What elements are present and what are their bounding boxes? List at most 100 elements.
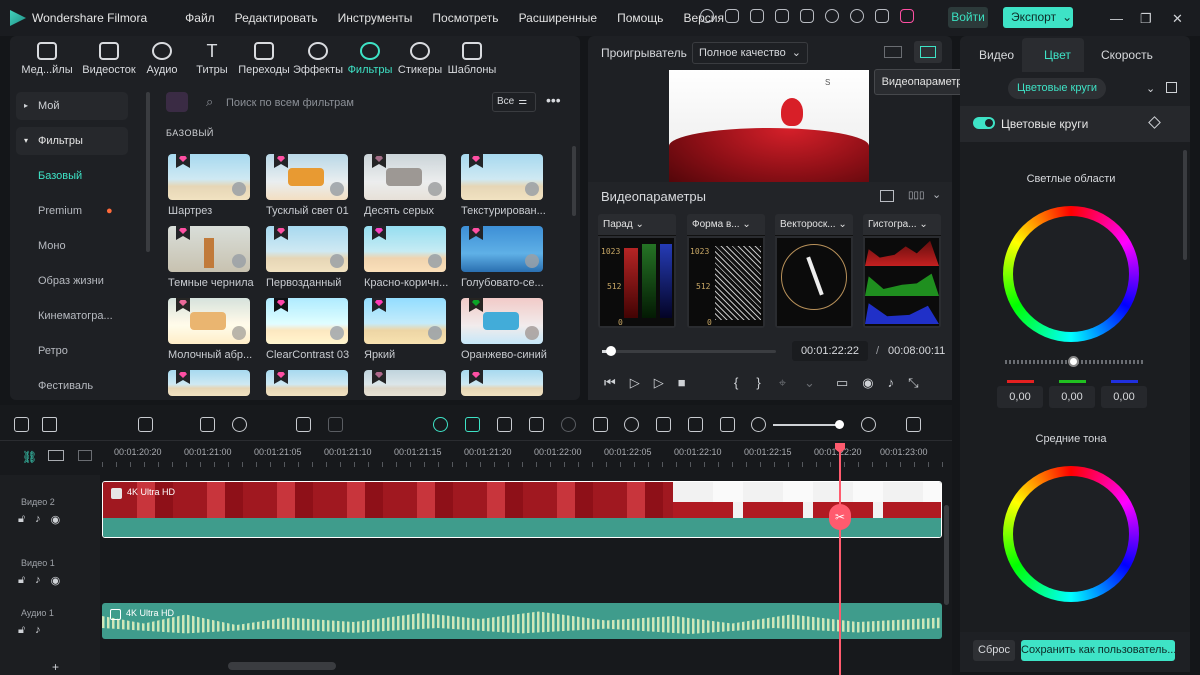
timeline-vscrollbar[interactable] — [944, 505, 949, 605]
scope-select[interactable]: Вектороск... ⌄ — [775, 214, 853, 236]
video-preview[interactable]: S — [669, 70, 869, 182]
playback-progress[interactable] — [602, 346, 776, 356]
split-scissors-icon[interactable]: ✂ — [829, 504, 851, 530]
close-icon[interactable]: ✕ — [1172, 11, 1183, 27]
export-button[interactable]: Экспорт ⌄ — [1003, 7, 1073, 28]
lock-icon[interactable]: 🔓︎ — [18, 574, 25, 587]
scope-select[interactable]: Парад ⌄ — [598, 214, 676, 236]
filter-thumb[interactable] — [364, 298, 446, 344]
blue-value-input[interactable]: 0,00 — [1101, 386, 1147, 408]
volume-icon[interactable]: ♪ — [35, 574, 41, 587]
microphone-icon[interactable] — [624, 417, 639, 432]
sidebar-item-lifestyle[interactable]: Образ жизни — [16, 267, 128, 295]
snap-icon[interactable] — [465, 417, 480, 432]
link-icon[interactable]: ⛓ — [22, 450, 37, 464]
cart-icon[interactable] — [900, 9, 914, 23]
filter-thumb[interactable] — [168, 154, 250, 200]
midtones-color-wheel[interactable] — [1003, 466, 1139, 602]
mark-in-icon[interactable]: { — [734, 375, 738, 391]
filter-thumb[interactable] — [266, 226, 348, 272]
delete-icon[interactable] — [138, 417, 153, 432]
layer-icon[interactable] — [78, 450, 92, 461]
chevron-down-icon[interactable]: ⌄ — [1146, 82, 1155, 95]
preview-icon[interactable] — [561, 417, 576, 432]
filter-thumb[interactable] — [168, 226, 250, 272]
current-time[interactable]: 00:01:22:22 — [792, 341, 868, 361]
properties-scrollbar[interactable] — [1183, 150, 1187, 260]
stop-icon[interactable]: ■ — [678, 375, 686, 391]
sidebar-item-cinematic[interactable]: Кинематогра... — [16, 302, 128, 330]
subtab-color-wheels[interactable]: Цветовые круги — [1008, 78, 1106, 99]
green-value-input[interactable]: 0,00 — [1049, 386, 1095, 408]
filter-thumb[interactable] — [461, 154, 543, 200]
image-icon[interactable] — [688, 417, 703, 432]
filter-thumb[interactable] — [364, 226, 446, 272]
mark-out-icon[interactable]: } — [756, 375, 760, 391]
filter-thumb[interactable] — [364, 154, 446, 200]
tool-titles[interactable]: T Титры — [182, 42, 242, 76]
auto-icon[interactable] — [433, 417, 448, 432]
undo-icon[interactable] — [74, 417, 89, 432]
minimize-icon[interactable]: — — [1110, 11, 1123, 26]
volume-icon[interactable]: ♪ — [35, 624, 41, 637]
text-icon[interactable] — [264, 417, 279, 432]
highlights-color-wheel[interactable] — [1003, 206, 1139, 342]
sidebar-item-festival[interactable]: Фестиваль — [16, 372, 128, 400]
audio-clip[interactable]: 4K Ultra HD — [102, 603, 942, 639]
more-icon[interactable]: ••• — [546, 92, 561, 108]
sidebar-item-filters[interactable]: ▾ Фильтры — [16, 127, 128, 155]
timeline-hscrollbar[interactable] — [228, 662, 336, 670]
shield-icon[interactable] — [593, 417, 608, 432]
ai-filter-icon[interactable] — [166, 92, 188, 112]
menu-file[interactable]: Файл — [175, 11, 225, 25]
menu-edit[interactable]: Редактировать — [225, 11, 328, 25]
select-arrow-icon[interactable] — [42, 417, 57, 432]
document-icon[interactable] — [750, 9, 764, 23]
split-view-icon[interactable] — [1166, 82, 1177, 93]
headset-icon[interactable] — [850, 9, 864, 23]
filter-thumb[interactable] — [168, 298, 250, 344]
filter-thumb[interactable] — [266, 298, 348, 344]
tool-effects[interactable]: Эффекты — [288, 42, 348, 76]
more-tools-icon[interactable] — [360, 417, 375, 432]
save-preset-button[interactable]: Сохранить как пользователь... — [1021, 640, 1175, 661]
chevron-down-icon[interactable]: ⌄ — [804, 375, 815, 391]
lock-icon[interactable]: 🔓︎ — [18, 513, 25, 526]
filter-thumb[interactable] — [461, 370, 543, 396]
color-wheels-toggle[interactable] — [973, 117, 995, 129]
save-icon[interactable] — [800, 9, 814, 23]
filter-thumb[interactable] — [461, 226, 543, 272]
reset-button[interactable]: Сброс — [973, 640, 1015, 661]
eye-icon[interactable]: ◉ — [51, 513, 61, 526]
maximize-icon[interactable]: ❐ — [1140, 11, 1152, 27]
shape-icon[interactable] — [296, 417, 311, 432]
render-icon[interactable] — [529, 417, 544, 432]
tool-templates[interactable]: Шаблоны — [442, 42, 502, 76]
zoom-in-icon[interactable] — [861, 417, 876, 432]
filter-dropdown[interactable]: Все ⚌ — [492, 92, 536, 112]
lock-icon[interactable]: 🔓︎ — [18, 624, 25, 637]
tab-speed[interactable]: Скорость — [1101, 48, 1153, 62]
sidebar-item-my[interactable]: ▸ Мой — [16, 92, 128, 120]
fit-icon[interactable] — [720, 417, 735, 432]
scope-select[interactable]: Гистогра... ⌄ — [863, 214, 941, 236]
tool-transitions[interactable]: Переходы — [234, 42, 294, 76]
marker-icon[interactable]: ⌖ — [779, 375, 786, 391]
monitor-icon[interactable] — [775, 9, 789, 23]
zoom-slider[interactable] — [773, 420, 844, 429]
quality-dropdown[interactable]: Полное качество ⌄ — [692, 42, 808, 64]
crop-icon[interactable] — [200, 417, 215, 432]
red-value-input[interactable]: 0,00 — [997, 386, 1043, 408]
filter-thumb[interactable] — [364, 370, 446, 396]
playhead-line[interactable] — [839, 443, 841, 675]
tool-stock[interactable]: Видеосток — [79, 42, 139, 76]
browser-scrollbar[interactable] — [572, 146, 576, 216]
tool-stickers[interactable]: Стикеры — [390, 42, 450, 76]
sidebar-item-basic[interactable]: Базовый — [16, 162, 128, 190]
filter-thumb[interactable] — [168, 370, 250, 396]
display-icon[interactable]: ▭ — [836, 375, 848, 391]
send-icon[interactable] — [725, 9, 739, 23]
layout-grid-icon[interactable] — [14, 417, 29, 432]
video-clip[interactable]: 4K Ultra HD — [102, 481, 942, 538]
filter-thumb[interactable] — [266, 154, 348, 200]
